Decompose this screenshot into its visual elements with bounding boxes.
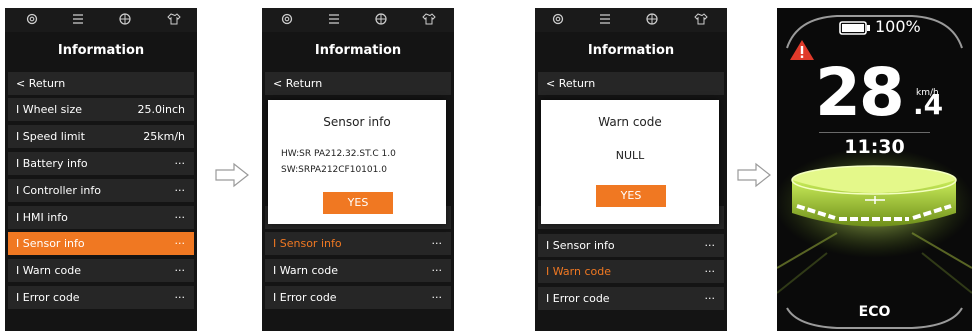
gear-icon[interactable]: [23, 12, 41, 28]
menu-item-value: ···: [174, 291, 186, 304]
menu-item-label: I Error code: [546, 292, 610, 305]
software-version: SW:SRPA212CF10101.0: [281, 165, 387, 175]
globe-icon[interactable]: [116, 12, 134, 28]
menu-item-value: ···: [431, 237, 443, 250]
menu-item-error-code[interactable]: I Error code ···: [265, 286, 451, 309]
menu-item-speed-limit[interactable]: I Speed limit 25km/h: [8, 125, 194, 148]
shirt-icon[interactable]: [420, 12, 438, 28]
menu-item-value: ···: [174, 264, 186, 277]
menu-item-warn-code[interactable]: I Warn code ···: [538, 260, 724, 283]
info-screen-2: Information < Return I HMI info ··· I Se…: [262, 8, 454, 331]
dialog-title: Warn code: [598, 115, 662, 129]
shirt-icon[interactable]: [165, 12, 183, 28]
menu-item-value: 25km/h: [143, 130, 185, 143]
return-label: < Return: [546, 77, 596, 90]
list-icon[interactable]: [325, 12, 343, 28]
sensor-info-dialog: Sensor info HW:SR PA212.32.ST.C 1.0 SW:S…: [268, 100, 446, 224]
menu-item-label: I Wheel size: [16, 103, 83, 116]
hardware-version: HW:SR PA212.32.ST.C 1.0: [281, 149, 396, 159]
speed-dashboard: 100% 28 .4 km/h 11:30 ECO: [777, 8, 972, 331]
menu-item-sensor-info[interactable]: I Sensor info ···: [265, 232, 451, 255]
battery-percent: 100%: [875, 17, 921, 36]
menu-item-label: I Warn code: [16, 264, 81, 277]
menu-item-value: ···: [704, 265, 716, 278]
speed-unit: km/h: [916, 88, 939, 98]
menu-item-value: ···: [174, 157, 186, 170]
menu-item-value: ···: [704, 292, 716, 305]
top-bar: [262, 8, 454, 32]
menu-item-label: I Sensor info: [546, 239, 615, 252]
return-button[interactable]: < Return: [8, 72, 194, 95]
info-screen-1: Information < Return I Wheel size 25.0in…: [5, 8, 197, 331]
clock: 11:30: [844, 136, 905, 158]
menu-item-label: I Battery info: [16, 157, 88, 170]
arrow-right-icon: [215, 162, 249, 188]
gear-icon[interactable]: [549, 12, 567, 28]
menu-item-value: ···: [431, 291, 443, 304]
menu-item-label: I Warn code: [546, 265, 611, 278]
page-title: Information: [587, 43, 675, 58]
menu-item-value: ···: [431, 264, 443, 277]
dialog-title: Sensor info: [323, 115, 391, 129]
warn-code-value: NULL: [615, 149, 645, 162]
menu-item-label: I Warn code: [273, 264, 338, 277]
battery-icon: [839, 21, 870, 35]
assist-mode[interactable]: ECO: [777, 304, 972, 320]
menu-item-warn-code[interactable]: I Warn code ···: [8, 259, 194, 282]
page-title: Information: [314, 43, 402, 58]
top-bar: [5, 8, 197, 32]
arrow-right-icon: [737, 162, 771, 188]
globe-icon[interactable]: [643, 12, 661, 28]
globe-icon[interactable]: [372, 12, 390, 28]
divider: [819, 132, 930, 133]
menu-item-value: ···: [174, 184, 186, 197]
menu-item-hmi-info[interactable]: I HMI info ···: [8, 206, 194, 229]
yes-button[interactable]: YES: [323, 192, 393, 214]
return-label: < Return: [273, 77, 323, 90]
menu-item-sensor-info[interactable]: I Sensor info ···: [8, 232, 194, 255]
menu-item-label: I HMI info: [16, 211, 68, 224]
menu-item-value: ···: [174, 237, 186, 250]
menu-item-wheel-size[interactable]: I Wheel size 25.0inch: [8, 98, 194, 121]
return-button[interactable]: < Return: [538, 72, 724, 95]
shirt-icon[interactable]: [692, 12, 710, 28]
menu-item-value: 25.0inch: [137, 103, 185, 116]
speed-value: 28: [815, 54, 905, 131]
menu-item-label: I Sensor info: [273, 237, 342, 250]
menu-item-sensor-info[interactable]: I Sensor info ···: [538, 234, 724, 257]
warn-code-dialog: Warn code NULL YES: [541, 100, 719, 224]
menu-item-label: I Speed limit: [16, 130, 85, 143]
menu-item-label: I Error code: [16, 291, 80, 304]
gear-icon[interactable]: [278, 12, 296, 28]
menu-item-battery-info[interactable]: I Battery info ···: [8, 152, 194, 175]
info-screen-3: Information < Return I HMI info ··· I Se…: [535, 8, 727, 331]
menu-item-controller-info[interactable]: I Controller info ···: [8, 179, 194, 202]
menu-item-value: ···: [174, 211, 186, 224]
top-bar: [535, 8, 727, 32]
return-button[interactable]: < Return: [265, 72, 451, 95]
list-icon[interactable]: [69, 12, 87, 28]
menu-item-error-code[interactable]: I Error code ···: [8, 286, 194, 309]
page-title: Information: [57, 43, 145, 58]
list-icon[interactable]: [596, 12, 614, 28]
yes-button[interactable]: YES: [596, 185, 666, 207]
menu-item-value: ···: [704, 239, 716, 252]
menu-item-label: I Error code: [273, 291, 337, 304]
menu-item-warn-code[interactable]: I Warn code ···: [265, 259, 451, 282]
menu-item-error-code[interactable]: I Error code ···: [538, 287, 724, 310]
menu-item-label: I Sensor info: [16, 237, 85, 250]
warning-icon: [790, 40, 814, 60]
return-label: < Return: [16, 77, 66, 90]
menu-item-label: I Controller info: [16, 184, 101, 197]
